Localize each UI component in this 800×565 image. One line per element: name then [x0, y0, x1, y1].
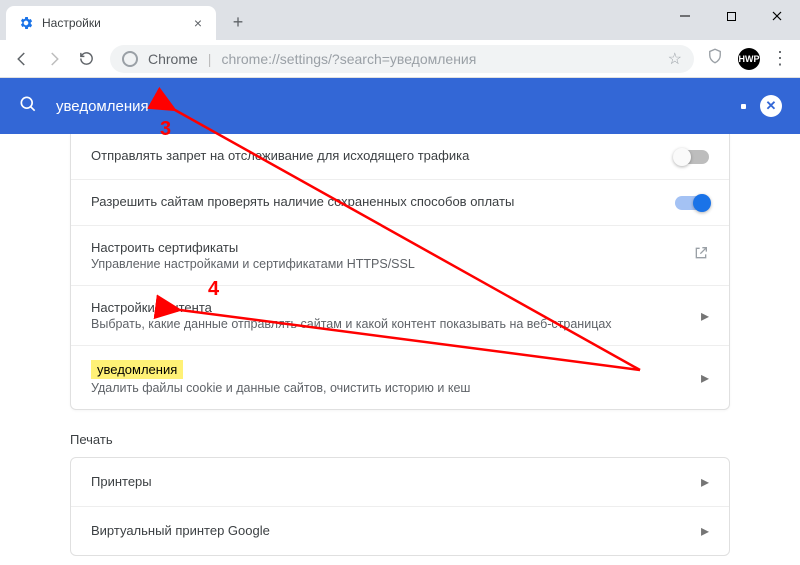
row-content-settings[interactable]: Настройки контента Выбрать, какие данные…	[71, 285, 729, 345]
profile-avatar[interactable]: HWP	[738, 48, 760, 70]
row-sublabel: Управление настройками и сертификатами H…	[91, 257, 693, 271]
browser-toolbar: Chrome | chrome://settings/?search=уведо…	[0, 40, 800, 78]
browser-menu-icon[interactable]: ⋮	[768, 48, 792, 69]
row-label: Настроить сертификаты	[91, 240, 693, 255]
url-text: chrome://settings/?search=уведомления	[221, 51, 476, 67]
reload-button[interactable]	[72, 45, 100, 73]
close-window-button[interactable]	[754, 0, 800, 32]
settings-search-bar: ✕	[0, 78, 800, 134]
row-sublabel: Удалить файлы cookie и данные сайтов, оч…	[91, 381, 701, 395]
address-bar[interactable]: Chrome | chrome://settings/?search=уведо…	[110, 45, 694, 73]
window-controls	[662, 0, 800, 32]
maximize-button[interactable]	[708, 0, 754, 32]
privacy-card: Отправлять запрет на отслеживание для ис…	[70, 134, 730, 410]
toggle-payment-methods[interactable]	[675, 196, 709, 210]
print-card: Принтеры ▸ Виртуальный принтер Google ▸	[70, 457, 730, 556]
tab-title: Настройки	[42, 16, 190, 30]
window-titlebar: Настройки × +	[0, 0, 800, 40]
gear-icon	[18, 15, 34, 31]
row-clear-data[interactable]: уведомления Удалить файлы cookie и данны…	[71, 345, 729, 409]
row-sublabel: Выбрать, какие данные отправлять сайтам …	[91, 317, 701, 331]
search-icon	[18, 94, 38, 119]
new-tab-button[interactable]: +	[224, 8, 252, 36]
search-caret-icon	[741, 104, 746, 109]
row-google-cloud-print[interactable]: Виртуальный принтер Google ▸	[71, 506, 729, 555]
chevron-right-icon: ▸	[701, 521, 709, 541]
row-do-not-track[interactable]: Отправлять запрет на отслеживание для ис…	[71, 134, 729, 179]
minimize-button[interactable]	[662, 0, 708, 32]
back-button[interactable]	[8, 45, 36, 73]
shield-icon[interactable]	[706, 47, 724, 70]
url-scheme: Chrome	[148, 51, 198, 67]
row-label: Виртуальный принтер Google	[91, 523, 701, 538]
forward-button[interactable]	[40, 45, 68, 73]
row-certificates[interactable]: Настроить сертификаты Управление настрой…	[71, 225, 729, 285]
chrome-scheme-icon	[122, 51, 138, 67]
toggle-do-not-track[interactable]	[675, 150, 709, 164]
section-title-print: Печать	[70, 432, 730, 447]
external-link-icon	[693, 245, 709, 266]
row-printers[interactable]: Принтеры ▸	[71, 458, 729, 506]
row-label: Разрешить сайтам проверять наличие сохра…	[91, 194, 675, 209]
clear-search-button[interactable]: ✕	[760, 95, 782, 117]
chevron-right-icon: ▸	[701, 368, 709, 388]
bookmark-star-icon[interactable]: ☆	[668, 49, 682, 69]
settings-search-input[interactable]	[56, 98, 733, 115]
row-payment-methods[interactable]: Разрешить сайтам проверять наличие сохра…	[71, 179, 729, 225]
settings-content: Отправлять запрет на отслеживание для ис…	[0, 134, 800, 560]
close-tab-icon[interactable]: ×	[190, 15, 206, 31]
chevron-right-icon: ▸	[701, 472, 709, 492]
row-label: Отправлять запрет на отслеживание для ис…	[91, 148, 675, 163]
row-label: Настройки контента	[91, 300, 701, 315]
chevron-right-icon: ▸	[701, 306, 709, 326]
browser-tab[interactable]: Настройки ×	[6, 6, 216, 40]
search-highlight: уведомления	[91, 360, 183, 379]
omnibox-actions: ☆	[668, 49, 682, 69]
row-label: Принтеры	[91, 474, 701, 489]
